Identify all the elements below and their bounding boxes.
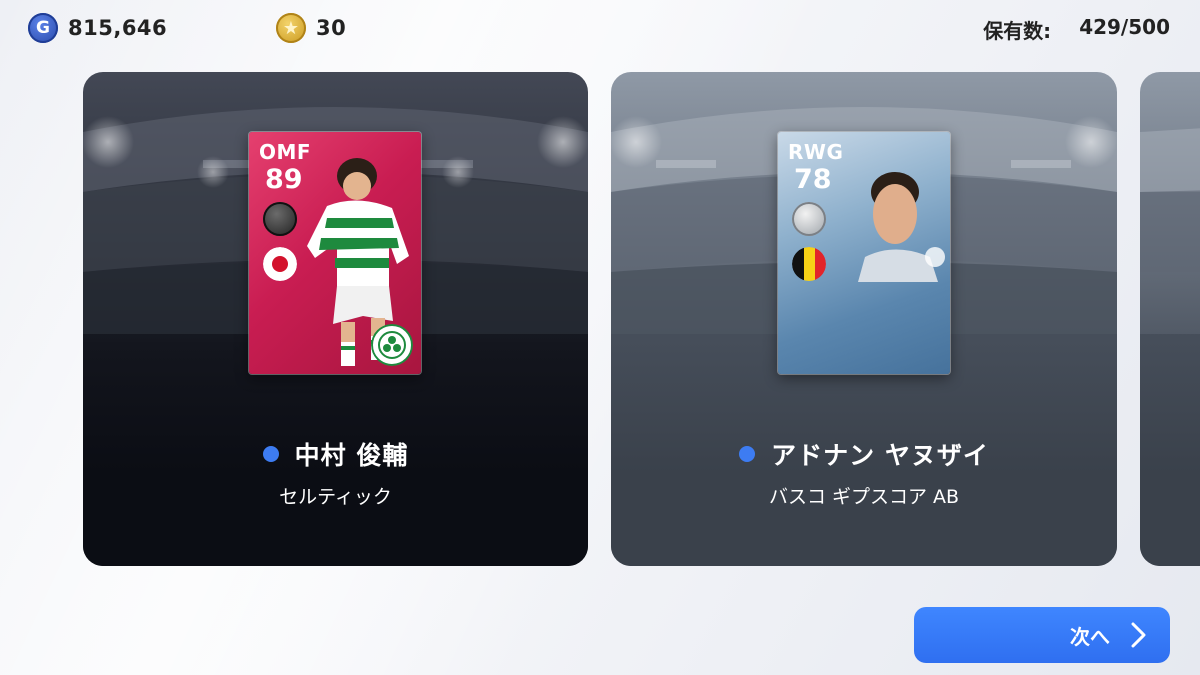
player-photo xyxy=(858,172,945,282)
accent-dot-icon xyxy=(739,446,756,462)
player-card[interactable]: RWG 78 xyxy=(778,132,950,374)
coin-balance: ★ 30 xyxy=(276,13,346,43)
top-bar: G 815,646 ★ 30 保有数: 429/500 xyxy=(0,0,1200,56)
star-coin-icon: ★ xyxy=(276,13,306,43)
holding-label: 保有数: xyxy=(983,19,1052,43)
player-name-row: 中村 俊輔 xyxy=(83,436,588,472)
belgium-flag-icon xyxy=(792,247,826,281)
coin-value: 30 xyxy=(316,16,347,40)
next-button[interactable]: 次へ xyxy=(914,607,1170,663)
chevron-right-icon xyxy=(1131,622,1146,648)
g-coin-icon: G xyxy=(28,13,58,43)
card-type-ball-icon xyxy=(792,202,826,236)
club-name: バスコ ギプスコア AB xyxy=(768,486,960,508)
player-panel-2[interactable]: RWG 78 アドナン ヤヌザイ バスコ ギプスコア AB xyxy=(611,72,1117,566)
pitch-area xyxy=(1140,334,1200,566)
japan-flag-icon xyxy=(263,247,297,281)
holding-value: 429/500 xyxy=(1079,15,1170,39)
player-name: アドナン ヤヌザイ xyxy=(771,441,989,470)
gp-value: 815,646 xyxy=(68,16,168,40)
player-card[interactable]: OMF 89 xyxy=(249,132,421,374)
club-badge-icon xyxy=(371,324,413,366)
player-panel-3-partial[interactable] xyxy=(1140,72,1200,566)
gp-balance: G 815,646 xyxy=(28,13,167,43)
next-button-label: 次へ xyxy=(1070,624,1110,649)
rating-value: 78 xyxy=(794,164,832,195)
holding-count: 保有数: 429/500 xyxy=(983,15,1170,44)
position-label: RWG xyxy=(788,140,844,164)
player-name: 中村 俊輔 xyxy=(294,441,409,470)
stadium-background xyxy=(1140,128,1200,272)
card-type-ball-icon xyxy=(263,202,297,236)
club-name: セルティック xyxy=(279,486,392,508)
player-panel-1[interactable]: OMF 89 中村 俊輔 セルティック xyxy=(83,72,588,566)
accent-dot-icon xyxy=(262,446,279,462)
player-name-row: アドナン ヤヌザイ xyxy=(611,436,1117,472)
